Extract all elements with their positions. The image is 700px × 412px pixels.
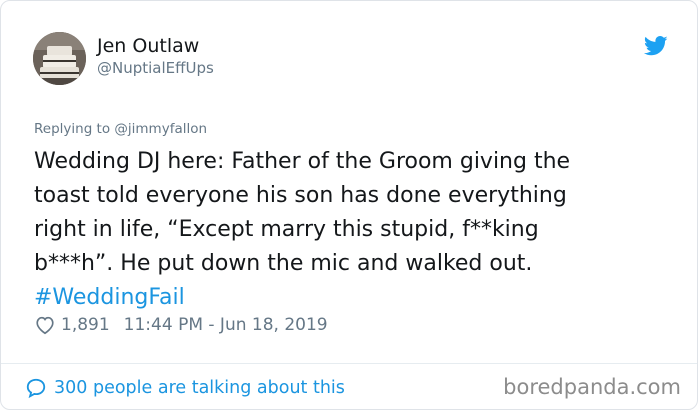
like-count[interactable]: 1,891 [61,315,110,335]
tweet-line: toast told everyone his son has done eve… [34,183,567,208]
tweet-card: Jen Outlaw @NuptialEffUps Replying to @j… [0,0,698,410]
avatar[interactable] [33,32,86,85]
comment-bubble-icon [26,378,46,399]
author-handle[interactable]: @NuptialEffUps [97,59,214,77]
tweet-line: Wedding DJ here: Father of the Groom giv… [34,149,571,174]
hashtag-link[interactable]: #WeddingFail [34,281,674,315]
tweet-line: right in life, “Except marry this stupid… [34,217,539,242]
replying-to-label: Replying to @jimmyfallon [34,121,208,137]
watermark: boredpanda.com [503,375,681,399]
tweet-meta: 1,891 11:44 PM - Jun 18, 2019 [34,312,328,338]
heart-icon[interactable] [34,314,56,336]
timestamp[interactable]: 11:44 PM - Jun 18, 2019 [124,315,328,335]
divider [1,363,697,364]
tweet-text: Wedding DJ here: Father of the Groom giv… [34,145,674,315]
author-name[interactable]: Jen Outlaw [97,35,199,57]
wedding-cake-avatar-image [33,32,86,85]
conversation-label: 300 people are talking about this [54,378,345,398]
conversation-link[interactable]: 300 people are talking about this [25,374,345,402]
twitter-bird-icon[interactable] [644,36,668,56]
tweet-line: b***h”. He put down the mic and walked o… [34,251,533,276]
